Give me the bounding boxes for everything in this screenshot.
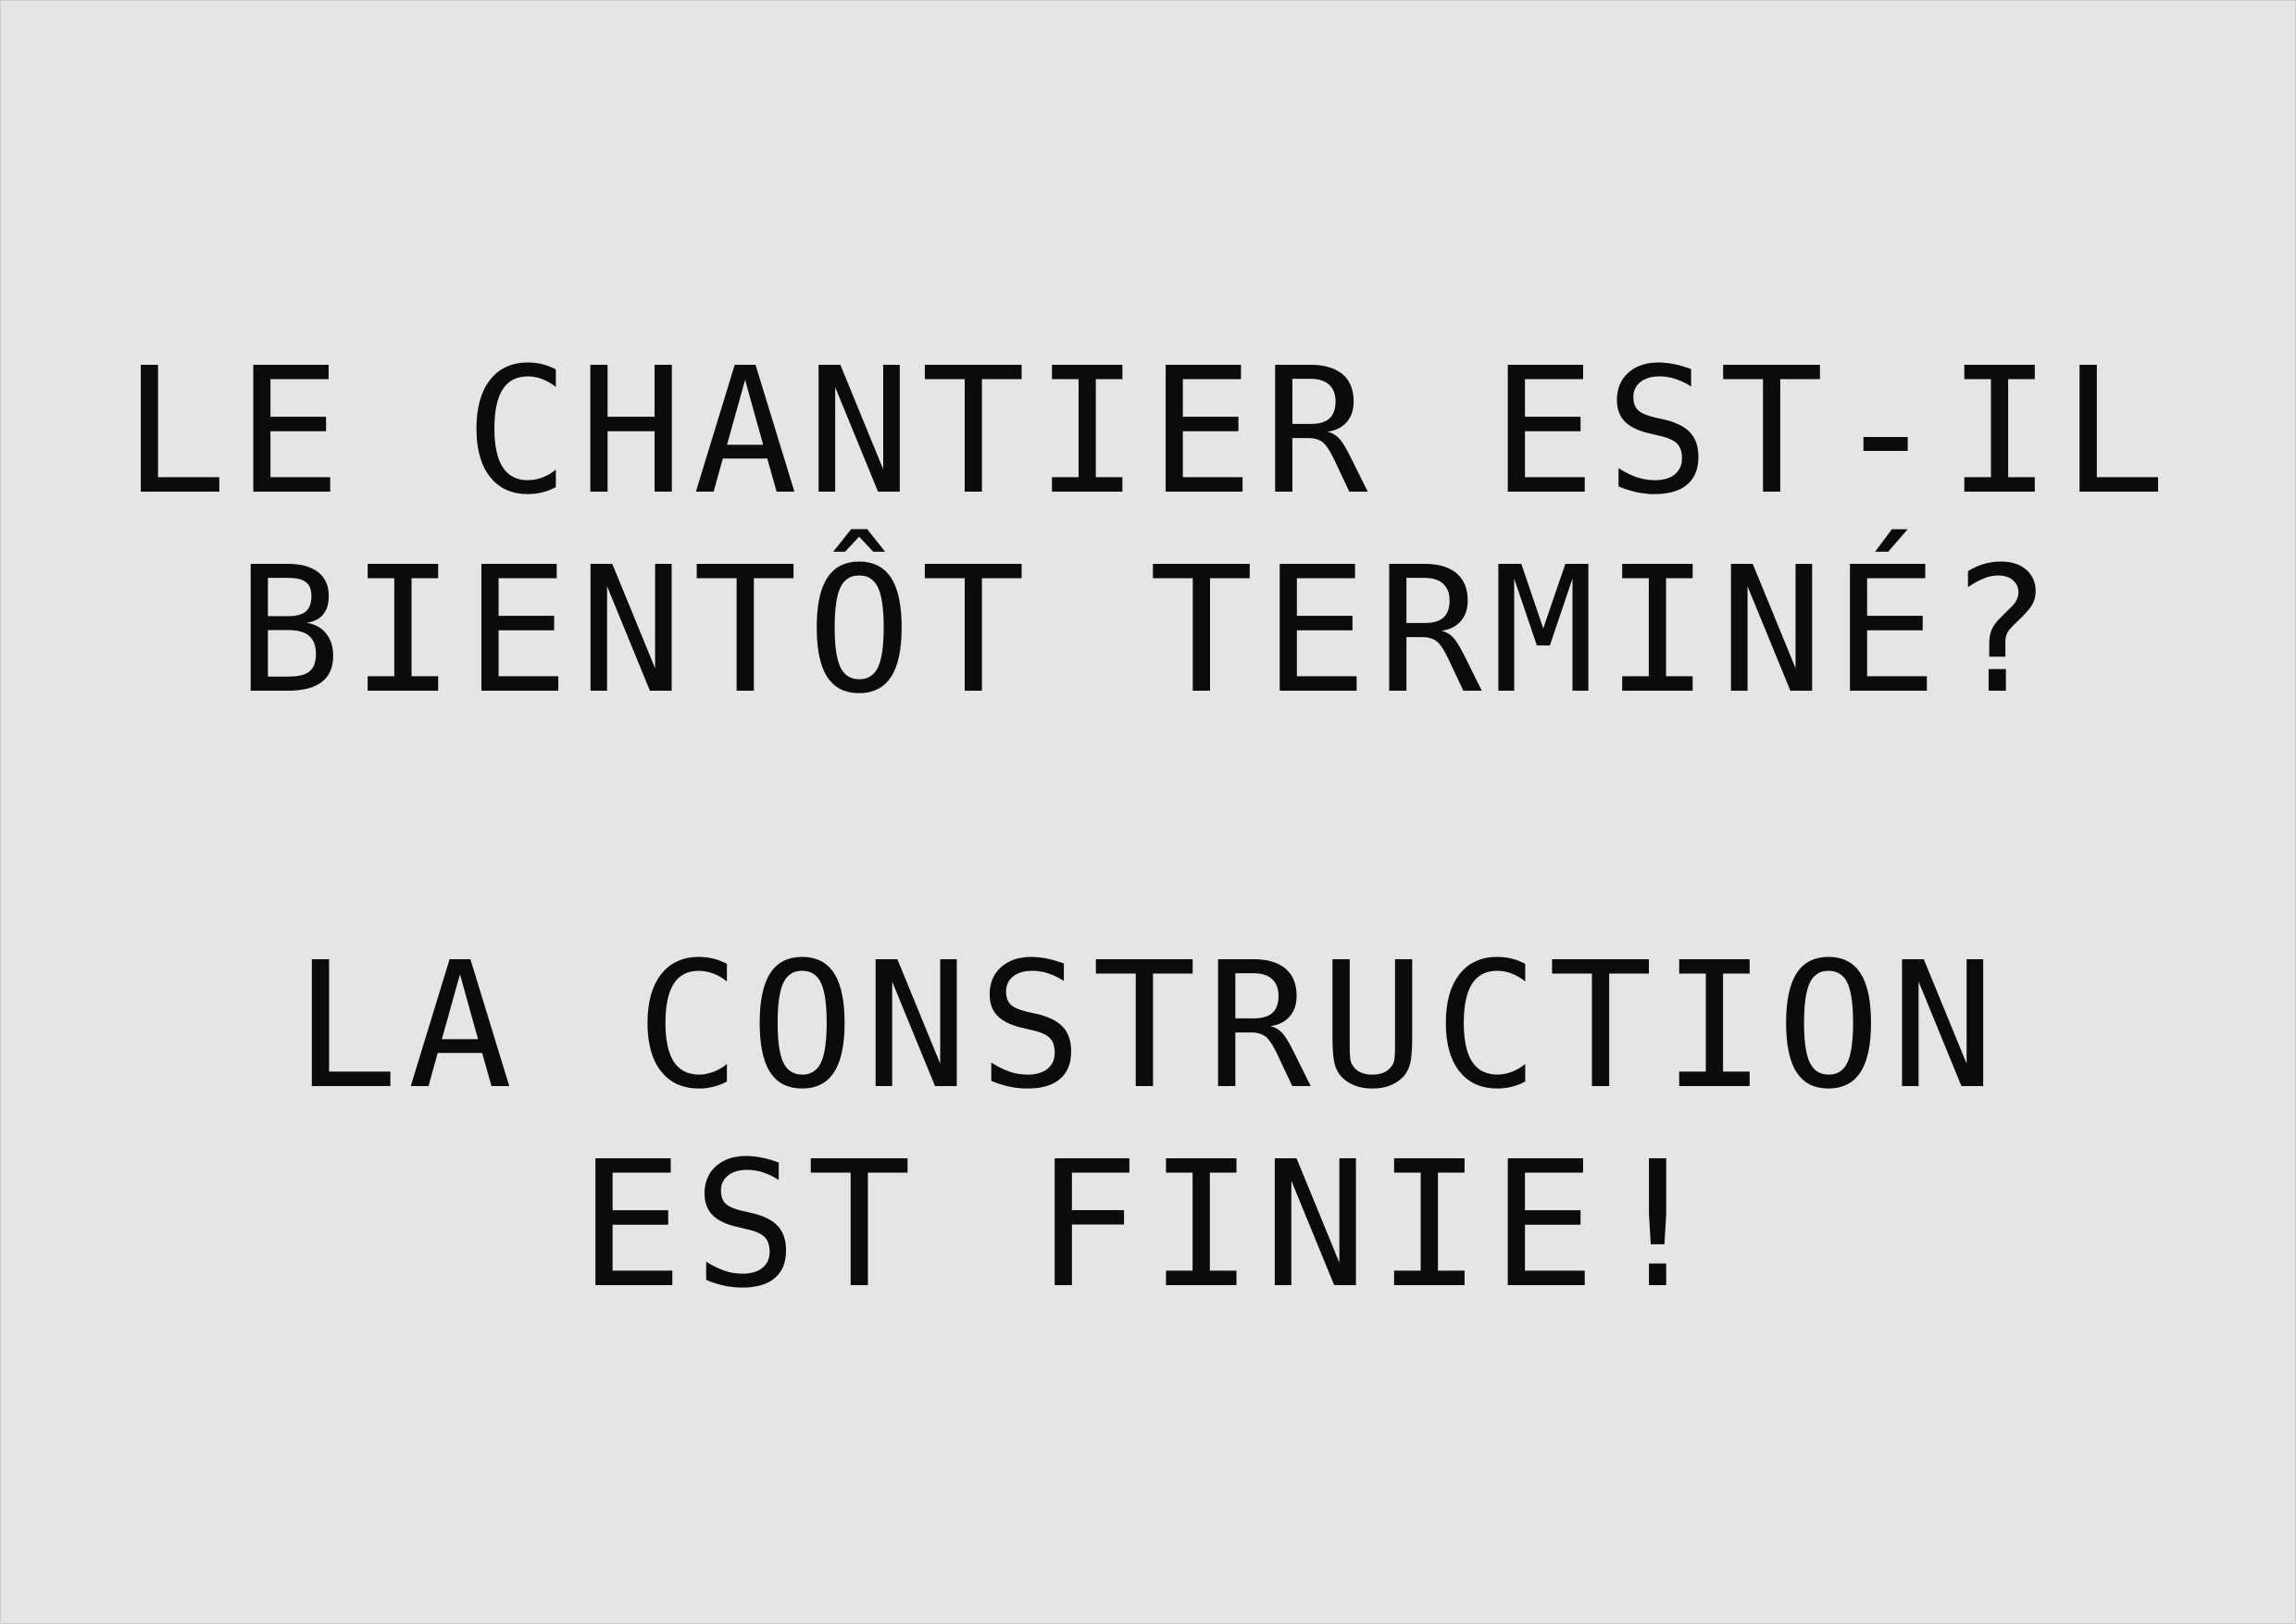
question-text: LE CHANTIER EST-IL BIENTÔT TERMINÉ? xyxy=(1,332,2296,731)
answer-line-1: LA CONSTRUCTION xyxy=(293,925,2004,1128)
answer-text: LA CONSTRUCTION EST FINIE! xyxy=(1,927,2296,1325)
question-line-2: BIENTÔT TERMINÉ? xyxy=(236,530,2062,732)
poster-canvas: LE CHANTIER EST-IL BIENTÔT TERMINÉ? LA C… xyxy=(0,0,2296,1624)
question-line-1: LE CHANTIER EST-IL xyxy=(122,331,2176,533)
answer-line-2: EST FINIE! xyxy=(579,1124,1719,1327)
